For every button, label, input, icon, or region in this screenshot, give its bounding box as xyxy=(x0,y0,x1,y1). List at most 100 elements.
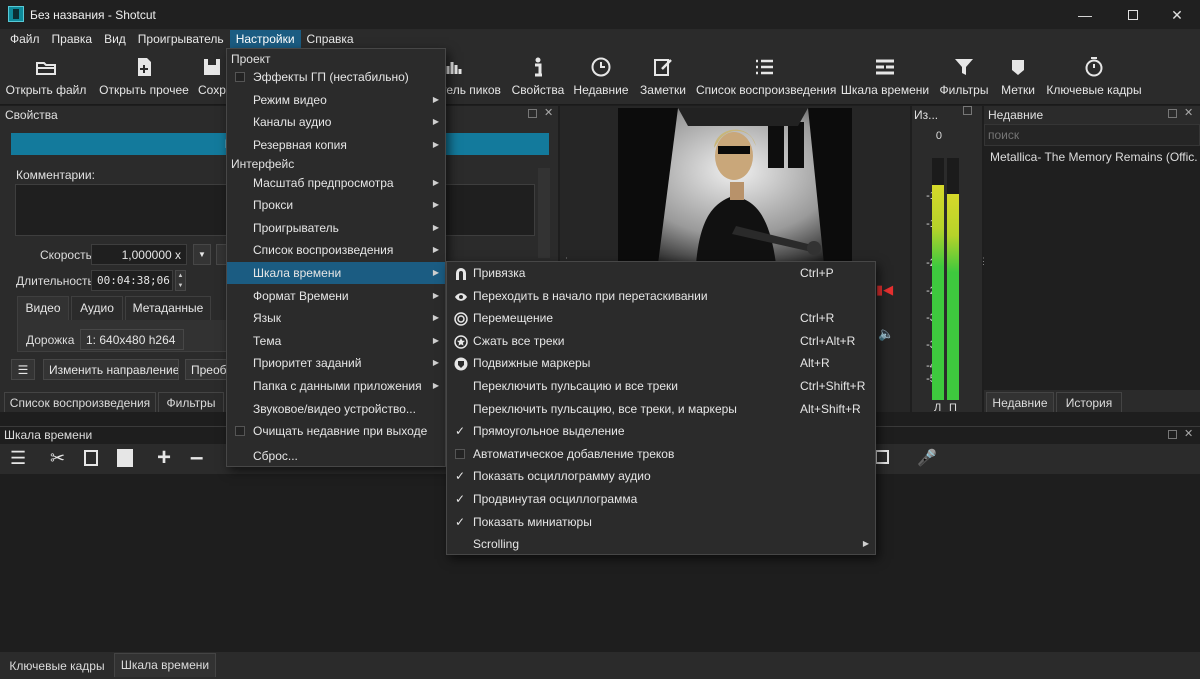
tab-metadata[interactable]: Метаданные xyxy=(125,296,211,320)
properties-button[interactable]: Свойства xyxy=(510,49,566,105)
menu-item-timeline[interactable]: Шкала времени ▶ xyxy=(227,262,445,284)
menu-item-time-format[interactable]: Формат Времени ▶ xyxy=(227,285,445,307)
playlist-button[interactable]: Список воспроизведения xyxy=(696,49,836,105)
close-panel-icon[interactable]: ✕ xyxy=(1184,106,1193,119)
timeline-icon xyxy=(874,56,896,78)
tab-audio[interactable]: Аудио xyxy=(71,296,123,320)
tab-filters[interactable]: Фильтры xyxy=(158,392,224,414)
menu-item-ripple[interactable]: Перемещение Ctrl+R xyxy=(447,307,875,329)
menu-item-ripple-all[interactable]: Сжать все треки Ctrl+Alt+R xyxy=(447,330,875,352)
menu-item-label: Сброс... xyxy=(253,449,298,463)
timeline-button[interactable]: Шкала времени xyxy=(840,49,930,105)
menu-item-ripple-markers[interactable]: Подвижные маркеры Alt+R xyxy=(447,352,875,374)
speed-preset-button[interactable]: ▼ xyxy=(193,244,211,265)
menu-item-app-data-folder[interactable]: Папка с данными приложения ▶ xyxy=(227,375,445,397)
menu-help[interactable]: Справка xyxy=(301,30,360,49)
menu-item-shortcut: Ctrl+R xyxy=(800,311,835,325)
remove-icon[interactable]: – xyxy=(190,444,203,472)
notes-button[interactable]: Заметки xyxy=(636,49,690,105)
menu-item-toggle-ripple-all[interactable]: Переключить пульсацию и все треки Ctrl+S… xyxy=(447,375,875,397)
save-button[interactable]: Сохр xyxy=(196,49,228,105)
menu-item-job-priority[interactable]: Приоритет заданий ▶ xyxy=(227,352,445,374)
menu-item-label: Привязка xyxy=(473,266,526,280)
track-select[interactable]: 1: 640x480 h264 ▼ xyxy=(80,329,184,350)
menu-item-playlist[interactable]: Список воспроизведения ▶ xyxy=(227,239,445,261)
keyframes-button[interactable]: Ключевые кадры xyxy=(1046,49,1142,105)
menu-item-language[interactable]: Язык ▶ xyxy=(227,307,445,329)
speed-input[interactable]: 1,000000 x xyxy=(91,244,187,265)
maximize-button[interactable] xyxy=(1110,0,1156,30)
tab-video[interactable]: Видео xyxy=(17,296,69,320)
menu-item-show-thumbnails[interactable]: ✓ Показать миниатюры xyxy=(447,511,875,533)
convert-button[interactable]: Преобр xyxy=(185,359,227,380)
duration-spinner[interactable]: ▲ ▼ xyxy=(175,270,186,291)
peak-meter-button[interactable]: тель пиков xyxy=(438,49,504,105)
close-panel-icon[interactable]: ✕ xyxy=(1184,427,1193,440)
menu-item-scrub-drag[interactable]: Переходить в начало при перетаскивании xyxy=(447,285,875,307)
duration-input[interactable]: 00:04:38;06 xyxy=(91,270,173,291)
hamburger-icon[interactable]: ☰ xyxy=(10,448,26,469)
properties-menu-button[interactable]: ☰ xyxy=(11,359,35,380)
menu-item-auto-add-tracks[interactable]: Автоматическое добавление треков xyxy=(447,443,875,465)
menu-item-av-device[interactable]: Звуковое/видео устройство... xyxy=(227,398,445,420)
scissors-icon[interactable]: ✂ xyxy=(50,448,65,469)
reverse-button[interactable]: Изменить направление... xyxy=(43,359,179,380)
menu-item-clear-recent[interactable]: Очищать недавние при выходе xyxy=(227,420,445,442)
undock-icon[interactable] xyxy=(1168,430,1177,439)
menu-item-video-mode[interactable]: Режим видео ▶ xyxy=(227,89,445,111)
menu-item-snap[interactable]: Привязка Ctrl+P xyxy=(447,262,875,284)
checkmark-icon: ✓ xyxy=(455,515,466,529)
menu-item-backup[interactable]: Резервная копия ▶ xyxy=(227,134,445,156)
paste-icon[interactable] xyxy=(117,449,133,467)
tab-recent[interactable]: Недавние xyxy=(986,392,1054,414)
add-icon[interactable]: + xyxy=(157,444,171,472)
tab-keyframes[interactable]: Ключевые кадры xyxy=(4,655,110,677)
menu-item-advanced-waveform[interactable]: ✓ Продвинутая осциллограмма xyxy=(447,488,875,510)
tab-timeline[interactable]: Шкала времени xyxy=(114,653,216,677)
zoom-fit-icon[interactable] xyxy=(875,450,889,464)
menu-file[interactable]: Файл xyxy=(0,30,46,49)
recent-button[interactable]: Недавние xyxy=(572,49,630,105)
close-button[interactable]: ✕ xyxy=(1154,0,1200,30)
minimize-icon: — xyxy=(1078,7,1092,23)
undock-icon[interactable] xyxy=(1168,109,1177,118)
menu-item-scrolling[interactable]: Scrolling ▶ xyxy=(447,533,875,555)
submenu-arrow-icon: ▶ xyxy=(432,291,439,300)
menu-item-show-waveform[interactable]: ✓ Показать осциллограмму аудио xyxy=(447,465,875,487)
recent-search-input[interactable] xyxy=(984,124,1200,146)
copy-icon[interactable] xyxy=(84,450,98,466)
menu-edit[interactable]: Правка xyxy=(46,30,99,49)
open-file-button[interactable]: Открыть файл xyxy=(4,49,88,105)
menu-item-reset[interactable]: Сброс... xyxy=(227,445,445,467)
menu-item-audio-channels[interactable]: Каналы аудио ▶ xyxy=(227,111,445,133)
magnet-icon xyxy=(454,266,468,280)
video-preview[interactable] xyxy=(618,108,852,264)
menu-item-label: Масштаб предпросмотра xyxy=(253,176,394,190)
tab-playlist[interactable]: Список воспроизведения xyxy=(4,392,156,414)
menu-item-rect-select[interactable]: ✓ Прямоугольное выделение xyxy=(447,420,875,442)
microphone-icon[interactable]: 🎤 xyxy=(917,448,937,468)
undock-icon[interactable] xyxy=(528,109,537,118)
close-panel-icon[interactable]: ✕ xyxy=(544,106,553,119)
filters-button[interactable]: Фильтры xyxy=(936,49,992,105)
menu-item-gpu-effects[interactable]: Эффекты ГП (нестабильно) xyxy=(227,66,445,88)
properties-scrollbar[interactable] xyxy=(538,168,550,258)
markers-button[interactable]: Метки xyxy=(996,49,1040,105)
open-other-button[interactable]: Открыть прочее xyxy=(94,49,194,105)
menu-item-label: Шкала времени xyxy=(253,266,342,280)
undock-icon[interactable] xyxy=(963,106,972,115)
minimize-button[interactable]: — xyxy=(1062,0,1108,30)
menu-item-proxy[interactable]: Прокси ▶ xyxy=(227,194,445,216)
skip-back-icon[interactable]: ▮◀ xyxy=(876,282,894,298)
menu-item-toggle-ripple-all-markers[interactable]: Переключить пульсацию, все треки, и марк… xyxy=(447,398,875,420)
menu-item-preview-scale[interactable]: Масштаб предпросмотра ▶ xyxy=(227,172,445,194)
menu-settings[interactable]: Настройки xyxy=(229,30,301,49)
list-item[interactable]: Metallica- The Memory Remains (Offic... xyxy=(990,150,1198,164)
track-select-value: 1: 640x480 h264 xyxy=(86,332,176,347)
menu-item-theme[interactable]: Тема ▶ xyxy=(227,330,445,352)
menu-player[interactable]: Проигрыватель xyxy=(132,30,230,49)
menu-item-player[interactable]: Проигрыватель ▶ xyxy=(227,217,445,239)
menu-view[interactable]: Вид xyxy=(98,30,132,49)
tab-history[interactable]: История xyxy=(1056,392,1122,414)
volume-icon[interactable]: 🔈 xyxy=(878,326,894,342)
